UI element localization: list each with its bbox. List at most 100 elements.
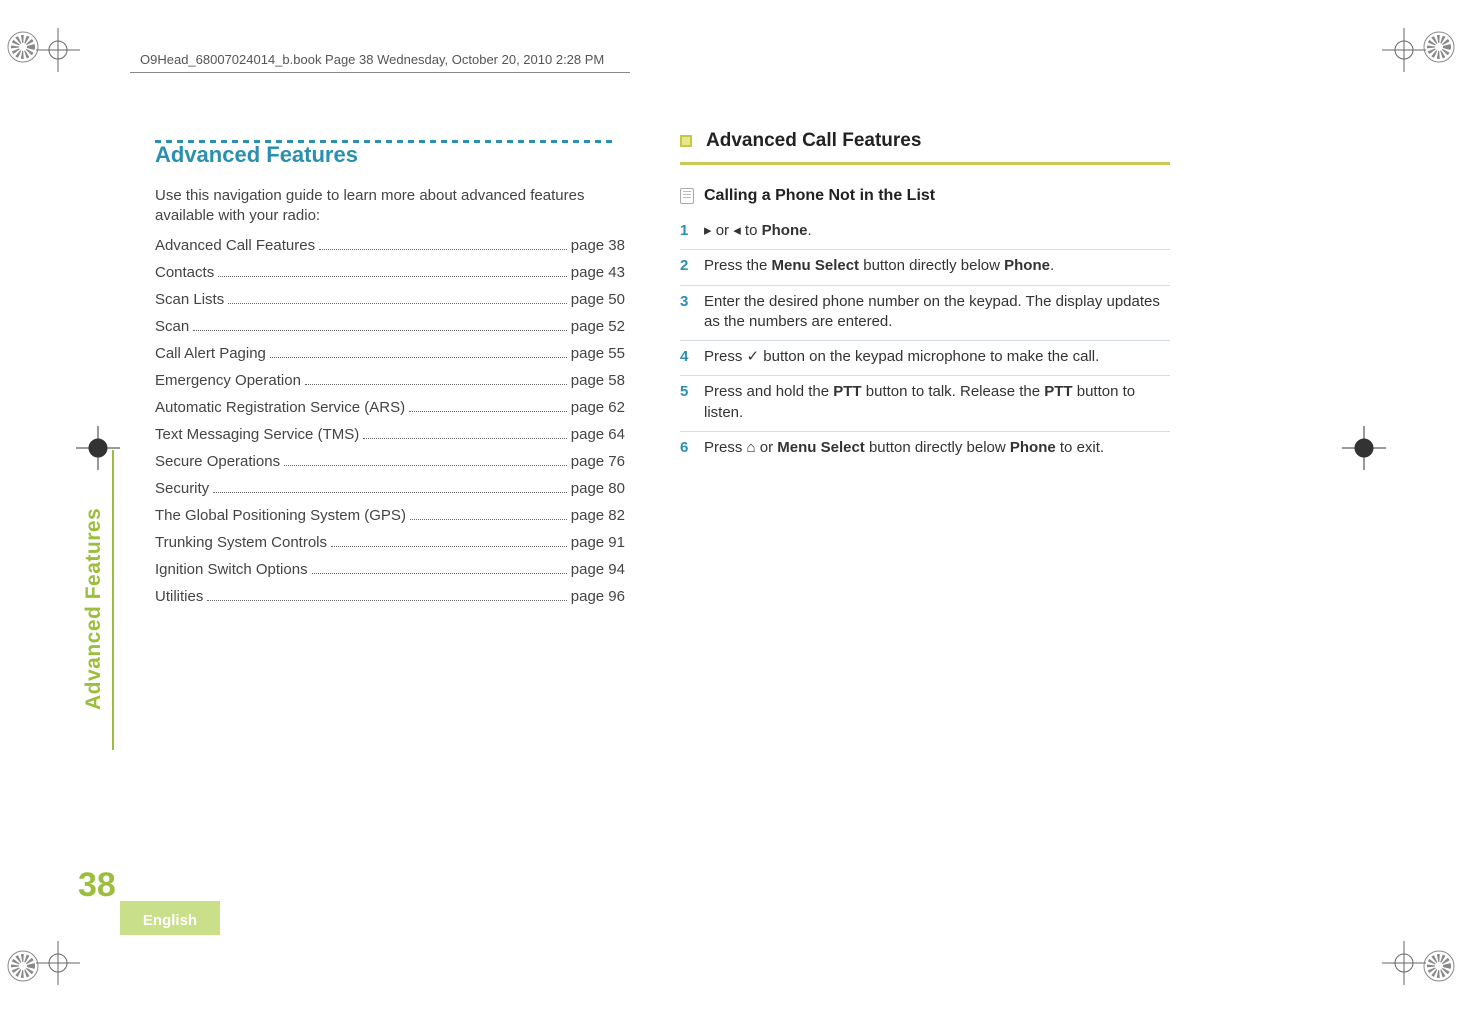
step-text: button directly below [865,439,1010,456]
step-text: or [712,222,734,239]
button-name: Menu Select [777,439,865,456]
step-body: Press ⌂ or Menu Select button directly b… [704,438,1170,458]
crop-mark-icon [1342,426,1386,470]
toc-dots [312,562,567,574]
step-text: or [756,439,778,456]
toc-label: Call Alert Paging [155,345,266,362]
step-number: 4 [680,347,704,367]
crop-mark-icon [36,941,80,985]
step-row: 1 ▸ or ◂ to Phone. [680,215,1170,250]
chapter-title: Advanced Features [155,142,625,168]
step-text: . [1050,257,1054,274]
toc-page: page 43 [571,264,625,281]
step-row: 4 Press ✓ button on the keypad microphon… [680,341,1170,376]
toc-label: Scan Lists [155,291,224,308]
step-row: 3 Enter the desired phone number on the … [680,286,1170,342]
toc-row: The Global Positioning System (GPS) page … [155,507,625,529]
toc-dots [363,427,567,439]
procedure-title: Calling a Phone Not in the List [704,187,935,205]
toc-row: Contacts page 43 [155,264,625,286]
toc-page: page 62 [571,399,625,416]
sidebar-rule [112,450,114,750]
toc-dots [409,400,567,412]
step-row: 6 Press ⌂ or Menu Select button directly… [680,432,1170,466]
print-register-icon [6,949,40,983]
toc-dots [284,454,567,466]
softkey-label: Phone [1010,439,1056,456]
toc-page: page 94 [571,561,625,578]
step-text: button on the keypad microphone to make … [759,348,1099,365]
right-arrow-icon: ▸ [704,222,712,239]
toc-label: Trunking System Controls [155,534,327,551]
toc-dots [305,373,567,385]
softkey-label: Phone [1004,257,1050,274]
toc-row: Scan Listspage 50 [155,291,625,313]
crop-mark-icon [1382,941,1426,985]
step-number: 1 [680,221,704,241]
toc-label: Advanced Call Features [155,237,315,254]
toc-row: Emergency Operationpage 58 [155,372,625,394]
toc-label: Ignition Switch Options [155,561,308,578]
toc-page: page 64 [571,426,625,443]
toc-page: page 55 [571,345,625,362]
step-number: 6 [680,438,704,458]
crop-mark-icon [1382,28,1426,72]
step-row: 5 Press and hold the PTT button to talk.… [680,376,1170,432]
step-text: Press [704,439,747,456]
check-icon: ✓ [747,348,760,365]
section-heading: Advanced Call Features [680,130,1150,152]
home-icon: ⌂ [747,439,756,456]
toc-dots [319,238,567,250]
step-row: 2 Press the Menu Select button directly … [680,250,1170,285]
softkey-label: Phone [762,222,808,239]
section-title: Advanced Call Features [706,130,921,152]
button-name: PTT [833,383,861,400]
toc-page: page 58 [571,372,625,389]
step-body: Press ✓ button on the keypad microphone … [704,347,1170,367]
step-text: button to talk. Release the [862,383,1045,400]
intro-text: Use this navigation guide to learn more … [155,186,625,227]
step-body: ▸ or ◂ to Phone. [704,221,1170,241]
toc-dots [228,292,567,304]
toc-label: Scan [155,318,189,335]
sidebar: Advanced Features [82,450,110,850]
toc-row: Trunking System Controlspage 91 [155,534,625,556]
step-text: button directly below [859,257,1004,274]
toc-dots [218,265,567,277]
toc-dots [410,508,567,520]
procedure-icon [680,188,694,204]
step-text: Press [704,348,747,365]
step-text: Press and hold the [704,383,833,400]
toc-label: Contacts [155,264,214,281]
toc-label: Security [155,480,209,497]
toc-dots [193,319,567,331]
toc-row: Text Messaging Service (TMS)page 64 [155,426,625,448]
section-bullet-icon [680,135,692,147]
toc-page: page 80 [571,480,625,497]
toc-row: Ignition Switch Options page 94 [155,561,625,583]
toc-row: Scan page 52 [155,318,625,340]
step-number: 5 [680,382,704,423]
toc-dots [331,535,567,547]
toc-row: Advanced Call Features page 38 [155,237,625,259]
toc-page: page 38 [571,237,625,254]
toc-row: Secure Operationspage 76 [155,453,625,475]
language-label: English [120,905,220,935]
toc-page: page 96 [571,588,625,605]
step-text: to exit. [1056,439,1104,456]
right-column: Advanced Call Features Calling a Phone N… [680,130,1150,466]
toc-page: page 82 [571,507,625,524]
button-name: PTT [1044,383,1072,400]
toc-row: Automatic Registration Service (ARS)page… [155,399,625,421]
step-number: 3 [680,292,704,333]
toc-page: page 52 [571,318,625,335]
toc-label: The Global Positioning System (GPS) [155,507,406,524]
left-arrow-icon: ◂ [733,222,741,239]
toc-page: page 76 [571,453,625,470]
print-register-icon [1422,30,1456,64]
toc-dots [270,346,567,358]
print-register-icon [1422,949,1456,983]
header-rule [130,72,630,73]
button-name: Menu Select [772,257,860,274]
toc-label: Utilities [155,588,203,605]
